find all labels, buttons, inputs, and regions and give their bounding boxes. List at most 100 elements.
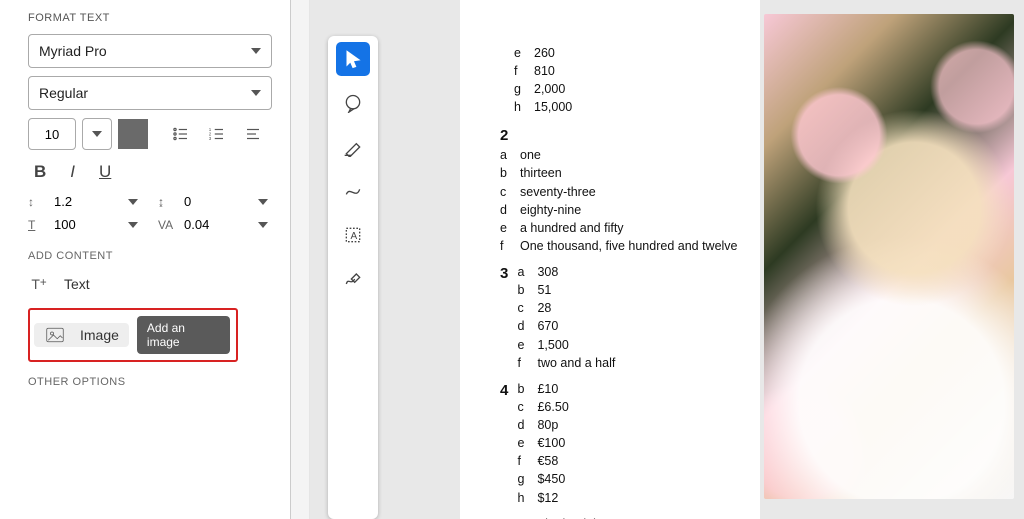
comment-tool[interactable] [336,86,370,120]
tracking-icon: VA [158,218,178,232]
bold-button[interactable]: B [34,162,46,182]
answer-value: seventy-three [520,183,596,201]
font-weight-dropdown[interactable]: Regular [28,76,272,110]
answer-line: d670 [517,317,615,335]
answer-value: eighty-nine [520,201,581,219]
horizontal-scale-icon: T [28,218,48,232]
numbered-list-button[interactable]: 123 [202,119,232,149]
answer-line: 2The book is £7.99. [517,515,674,519]
answer-letter: g [514,80,524,98]
answer-value: 810 [534,62,555,80]
answer-line: e 1,500 [517,336,615,354]
answer-line: e €100 [517,434,568,452]
answer-value: The book is £7.99. [537,515,640,519]
answer-line: f two and a half [517,354,615,372]
answer-letter: a [517,263,527,281]
answer-line: f €58 [517,452,568,470]
answer-value: 260 [534,44,555,62]
panel-divider[interactable] [290,0,310,519]
chevron-down-icon [258,222,268,228]
answer-value: 28 [537,299,551,317]
answer-letter: e [517,434,527,452]
question-number: 5 [500,515,514,519]
sign-tool[interactable] [336,262,370,296]
draw-tool[interactable] [336,174,370,208]
text-icon: T+ [28,276,50,292]
question-number: 4 [500,380,514,402]
highlight-tool[interactable] [336,130,370,164]
chevron-down-icon [251,48,261,54]
answer-value: 2,000 [534,80,565,98]
answer-letter: e [514,44,524,62]
chevron-down-icon [251,90,261,96]
answer-line: c £6.50 [517,398,568,416]
answer-line: a308 [517,263,615,281]
answer-line: h15,000 [514,98,752,116]
font-family-dropdown[interactable]: Myriad Pro [28,34,272,68]
answer-line: bthirteen [500,164,738,182]
answer-line: g 2,000 [514,80,752,98]
chevron-down-icon [92,131,102,137]
answer-value: two and a half [537,354,615,372]
answer-value: €100 [537,434,565,452]
bulleted-list-button[interactable] [166,119,196,149]
line-height-icon: ↕ [28,195,48,209]
answer-line: e 260 [514,44,752,62]
chevron-down-icon [258,199,268,205]
add-text-button[interactable]: T+ Text [28,276,272,292]
font-family-value: Myriad Pro [39,43,107,59]
select-tool[interactable] [336,42,370,76]
canvas-gutter: A [310,0,460,519]
answer-value: $450 [537,470,565,488]
document-page[interactable]: e260f810g2,000h15,000 2 aonebthirteencse… [460,0,760,519]
format-text-heading: FORMAT TEXT [28,12,272,24]
answer-line: d eighty-nine [500,201,738,219]
answer-letter: f [517,452,527,470]
answer-line: f810 [514,62,752,80]
answer-letter: d [517,317,527,335]
text-color-swatch[interactable] [118,119,148,149]
answer-value: £10 [537,380,558,398]
answer-letter: d [500,201,510,219]
svg-text:3: 3 [209,136,212,141]
align-button[interactable] [238,119,268,149]
add-image-tooltip: Add an image [137,316,230,354]
answer-letter: e [517,336,527,354]
font-weight-value: Regular [39,85,88,101]
svg-text:A: A [351,231,358,242]
answer-value: 1,500 [537,336,568,354]
chevron-down-icon [128,222,138,228]
font-size-stepper[interactable] [82,118,112,150]
underline-button[interactable]: U [99,162,111,182]
font-size-input[interactable]: 10 [28,118,76,150]
answer-letter: b [517,281,527,299]
horizontal-scale-control[interactable]: T 100 [28,217,142,232]
baseline-shift-control[interactable]: ↨ 0 [158,194,272,209]
answer-value: 15,000 [534,98,572,116]
answer-value: a hundred and fifty [520,219,624,237]
add-image-highlight: Image Add an image [28,308,238,362]
line-height-control[interactable]: ↕ 1.2 [28,194,142,209]
answer-value: €58 [537,452,558,470]
italic-button[interactable]: I [70,162,75,182]
answer-value: £6.50 [537,398,568,416]
answer-value: One thousand, five hundred and twelve [520,237,738,255]
answer-letter: c [517,398,527,416]
add-text-tool[interactable]: A [336,218,370,252]
answer-letter: b [517,380,527,398]
add-content-heading: ADD CONTENT [28,250,272,262]
chevron-down-icon [128,199,138,205]
baseline-icon: ↨ [158,195,178,209]
answer-value: one [520,146,541,164]
question-number: 2 [500,125,514,147]
document-canvas[interactable]: e260f810g2,000h15,000 2 aonebthirteencse… [460,0,1024,519]
answer-line: d80p [517,416,568,434]
page-image[interactable] [764,14,1014,499]
answer-letter: a [500,146,510,164]
answer-line: c28 [517,299,615,317]
tracking-control[interactable]: VA 0.04 [158,217,272,232]
answer-letter: g [517,470,527,488]
answer-letter: f [517,354,527,372]
add-image-button[interactable]: Image [34,323,129,347]
answer-letter: c [500,183,510,201]
